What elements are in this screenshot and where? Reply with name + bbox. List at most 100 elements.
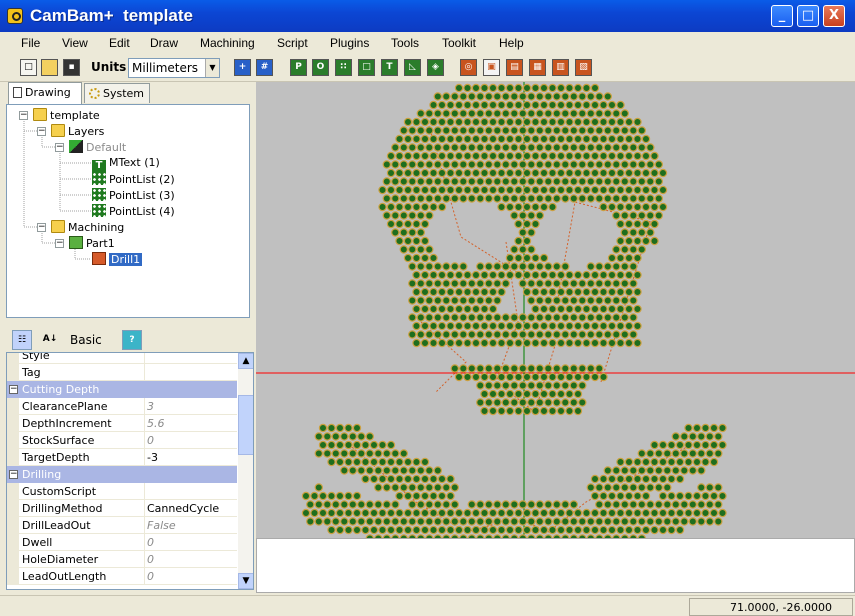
tree-node-pointlist-2[interactable]: PointList (2): [92, 172, 175, 188]
property-value[interactable]: False: [147, 519, 176, 532]
tree-node-template[interactable]: template: [33, 108, 100, 124]
message-area[interactable]: [256, 538, 855, 593]
menu-help[interactable]: Help: [499, 36, 524, 50]
save-icon[interactable]: ▪: [63, 59, 80, 76]
property-row[interactable]: LeadOutLength 0: [7, 568, 237, 585]
lathe-op-icon[interactable]: ◺: [404, 59, 421, 76]
tree-node-drill1[interactable]: Drill1: [92, 252, 143, 268]
column-divider[interactable]: [144, 398, 145, 415]
drawing-svg[interactable]: [256, 82, 855, 538]
scroll-up-icon[interactable]: ▲: [238, 353, 253, 369]
scroll-down-icon[interactable]: ▼: [238, 573, 253, 589]
tree-node-pointlist-4[interactable]: PointList (4): [92, 204, 175, 220]
chevron-down-icon[interactable]: ▼: [205, 59, 219, 77]
category-collapse-icon[interactable]: −: [9, 470, 18, 479]
column-divider[interactable]: [144, 534, 145, 551]
help-icon[interactable]: ?: [122, 330, 142, 350]
property-row[interactable]: DrillLeadOut False: [7, 517, 237, 534]
property-value[interactable]: 0: [147, 536, 154, 549]
column-divider[interactable]: [144, 568, 145, 585]
property-category[interactable]: − Cutting Depth: [7, 381, 237, 398]
tree-collapse-layers[interactable]: −: [37, 127, 46, 136]
property-value[interactable]: 3: [147, 400, 154, 413]
property-value[interactable]: 0: [147, 434, 154, 447]
minimize-button[interactable]: _: [771, 5, 793, 27]
sort-alpha-icon[interactable]: A↓: [40, 330, 60, 350]
column-divider[interactable]: [144, 500, 145, 517]
snap-grid-icon[interactable]: #: [256, 59, 273, 76]
cambam-app-icon[interactable]: [7, 8, 23, 24]
property-row[interactable]: Dwell 0: [7, 534, 237, 551]
property-row[interactable]: HoleDiameter 0: [7, 551, 237, 568]
pocket-op-icon[interactable]: O: [312, 59, 329, 76]
gcode-icon[interactable]: ▦: [529, 59, 546, 76]
property-scrollbar[interactable]: ▲ ▼: [238, 353, 253, 589]
column-divider[interactable]: [144, 353, 145, 364]
toolpath-view-icon[interactable]: ▣: [483, 59, 500, 76]
property-row[interactable]: CustomScript: [7, 483, 237, 500]
categorized-view-icon[interactable]: ☷: [12, 330, 32, 350]
tree-collapse-default[interactable]: −: [55, 143, 64, 152]
3d-op-icon[interactable]: ◈: [427, 59, 444, 76]
property-category[interactable]: − Drilling: [7, 466, 237, 483]
property-row[interactable]: TargetDepth -3: [7, 449, 237, 466]
column-divider[interactable]: [144, 483, 145, 500]
menu-file[interactable]: File: [21, 36, 40, 50]
profile-op-icon[interactable]: P: [290, 59, 307, 76]
property-row[interactable]: Tag: [7, 364, 237, 381]
property-row[interactable]: StockSurface 0: [7, 432, 237, 449]
close-button[interactable]: X: [823, 5, 845, 27]
drill-op-icon[interactable]: ∷: [335, 59, 352, 76]
scroll-thumb[interactable]: [238, 395, 253, 455]
column-divider[interactable]: [144, 449, 145, 466]
column-divider[interactable]: [144, 415, 145, 432]
menu-view[interactable]: View: [62, 36, 88, 50]
column-divider[interactable]: [144, 517, 145, 534]
snap-point-icon[interactable]: +: [234, 59, 251, 76]
property-row[interactable]: DrillingMethod CannedCycle: [7, 500, 237, 517]
engrave-op-icon[interactable]: □: [358, 59, 375, 76]
menu-plugins[interactable]: Plugins: [330, 36, 369, 50]
simulate-icon[interactable]: ▧: [575, 59, 592, 76]
units-select[interactable]: Millimeters ▼: [128, 58, 220, 78]
tree-node-part1[interactable]: Part1: [69, 236, 115, 252]
property-value[interactable]: 0: [147, 570, 154, 583]
tree-collapse-machining[interactable]: −: [37, 223, 46, 232]
tree-node-default-layer[interactable]: Default: [69, 140, 126, 156]
tree-node-pointlist-3[interactable]: PointList (3): [92, 188, 175, 204]
open-folder-icon[interactable]: [41, 59, 58, 76]
property-value[interactable]: 0: [147, 553, 154, 566]
menu-script[interactable]: Script: [277, 36, 308, 50]
drawing-canvas[interactable]: [256, 82, 855, 538]
basic-toggle[interactable]: Basic: [70, 333, 102, 347]
property-value[interactable]: 5.6: [147, 417, 165, 430]
post-process-icon[interactable]: ▥: [552, 59, 569, 76]
menu-draw[interactable]: Draw: [150, 36, 178, 50]
property-value[interactable]: CannedCycle: [147, 502, 219, 515]
column-divider[interactable]: [144, 432, 145, 449]
menu-tools[interactable]: Tools: [391, 36, 419, 50]
drill-hole: [510, 381, 519, 390]
text-op-icon[interactable]: T: [381, 59, 398, 76]
maximize-button[interactable]: □: [797, 5, 819, 27]
property-row[interactable]: DepthIncrement 5.6: [7, 415, 237, 432]
column-divider[interactable]: [144, 551, 145, 568]
tree-node-machining[interactable]: Machining: [51, 220, 124, 236]
property-row[interactable]: Style: [7, 353, 237, 364]
tree-collapse-root[interactable]: −: [19, 111, 28, 120]
tab-drawing[interactable]: Drawing: [8, 82, 82, 104]
new-file-icon[interactable]: □: [20, 59, 37, 76]
generate-toolpath-icon[interactable]: ◎: [460, 59, 477, 76]
tree-node-layers[interactable]: Layers: [51, 124, 104, 140]
tree-node-mtext[interactable]: T MText (1): [92, 156, 160, 173]
tree-collapse-part1[interactable]: −: [55, 239, 64, 248]
category-collapse-icon[interactable]: −: [9, 385, 18, 394]
menu-toolkit[interactable]: Toolkit: [442, 36, 476, 50]
property-row[interactable]: ClearancePlane 3: [7, 398, 237, 415]
menu-machining[interactable]: Machining: [200, 36, 255, 50]
menu-edit[interactable]: Edit: [109, 36, 130, 50]
property-value[interactable]: -3: [147, 451, 158, 464]
column-divider[interactable]: [144, 364, 145, 381]
tab-system[interactable]: System: [84, 83, 150, 103]
stock-icon[interactable]: ▤: [506, 59, 523, 76]
